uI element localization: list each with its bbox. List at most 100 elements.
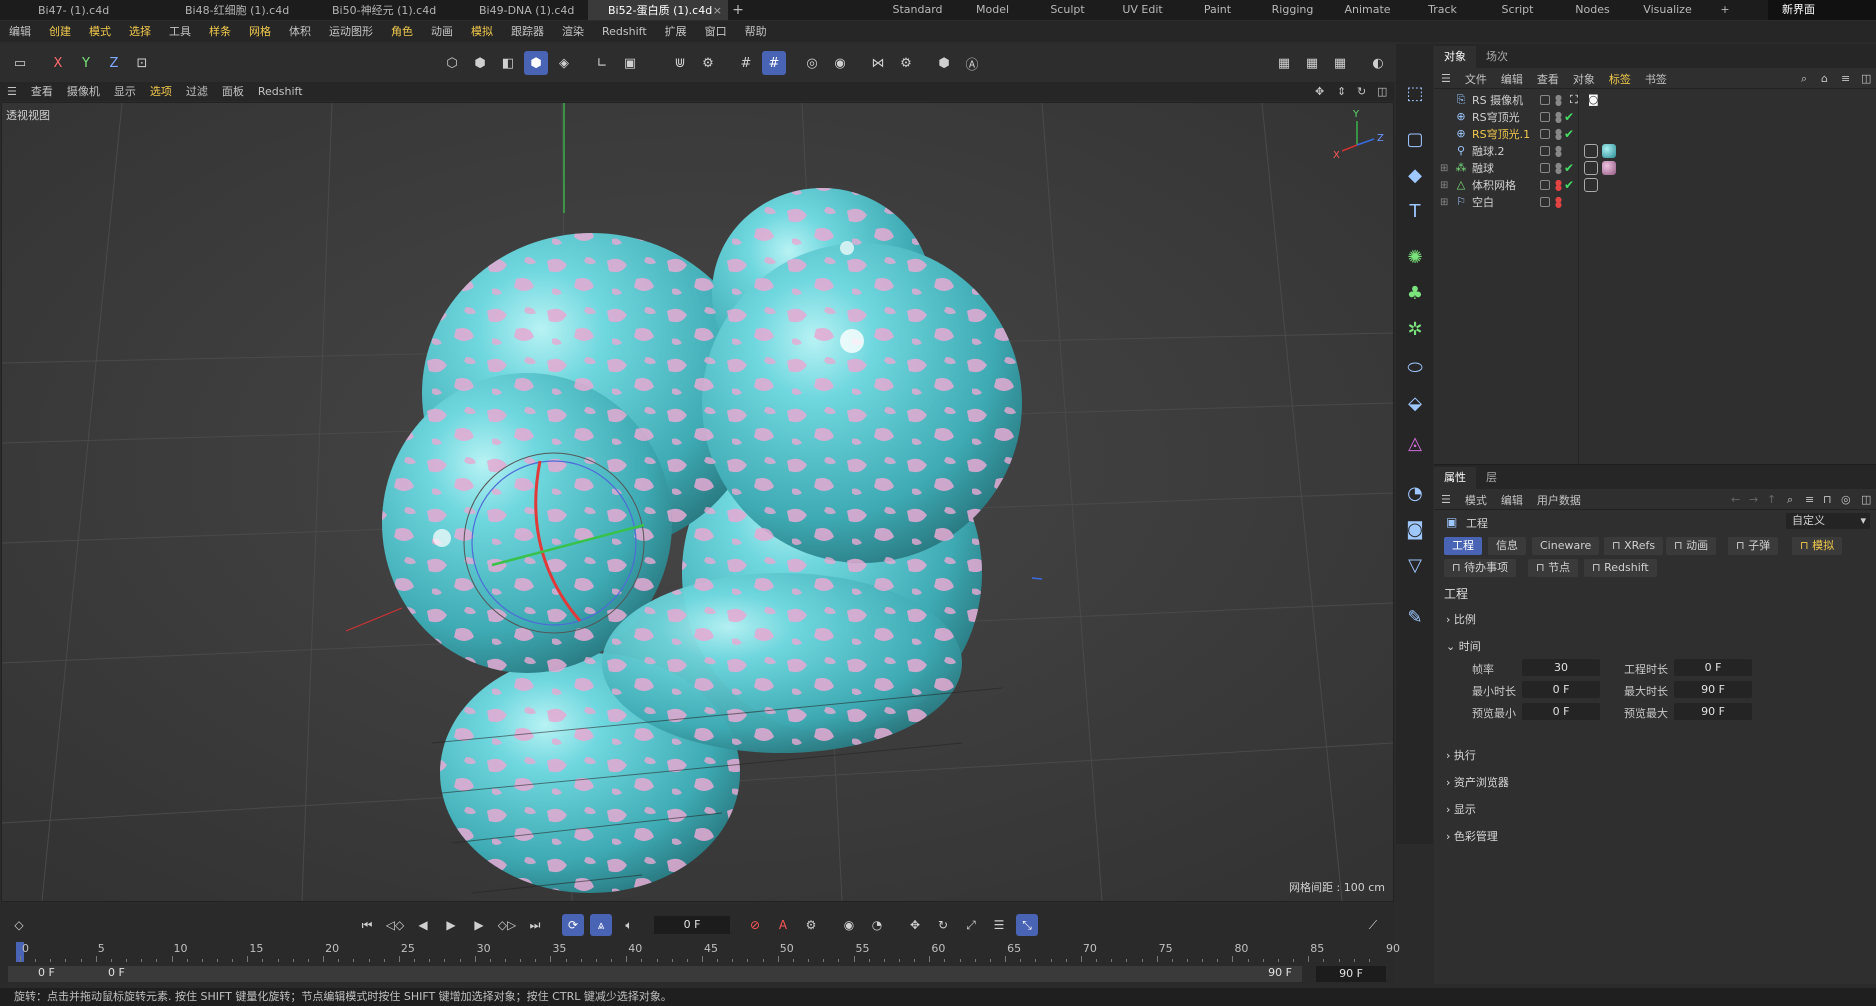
am-user-data[interactable]: 用户数据 <box>1530 492 1588 508</box>
redshift-render-icon[interactable]: Ⓐ <box>960 51 984 75</box>
layer-checkbox[interactable] <box>1540 180 1550 190</box>
vm-display[interactable]: 显示 <box>107 82 143 101</box>
texture-mode-icon[interactable]: ▣ <box>618 51 642 75</box>
cube-icon[interactable]: ◆ <box>1402 162 1428 188</box>
layout-uv-edit[interactable]: UV Edit <box>1105 0 1180 20</box>
tab-todo[interactable]: ⊓ 待办事项 <box>1444 559 1517 577</box>
model-mode-icon[interactable]: ⬢ <box>524 51 548 75</box>
vm-cameras[interactable]: 摄像机 <box>60 82 107 101</box>
enabled-check-icon[interactable]: ✔ <box>1564 161 1574 175</box>
expand-icon[interactable]: ⊞ <box>1440 180 1448 191</box>
menu-simulate[interactable]: 模拟 <box>462 21 502 42</box>
menu-redshift[interactable]: Redshift <box>593 21 656 42</box>
om-bookmarks[interactable]: 书签 <box>1638 71 1674 87</box>
layer-checkbox[interactable] <box>1540 146 1550 156</box>
vm-options[interactable]: 选项 <box>143 82 179 101</box>
new-window-icon[interactable]: ◫ <box>1854 493 1876 506</box>
record-icon[interactable]: ⊘ <box>744 914 766 936</box>
points-mode-icon[interactable]: ⬡ <box>440 51 464 75</box>
project-time-field[interactable]: 0 F <box>1674 659 1752 676</box>
am-edit[interactable]: 编辑 <box>1494 492 1530 508</box>
perspective-viewport[interactable]: Y Z X 透视视图 网格间距 : 100 cm <box>1 102 1394 902</box>
layer-checkbox[interactable] <box>1540 95 1550 105</box>
max-time-field[interactable]: 90 F <box>1674 681 1752 698</box>
menu-tracker[interactable]: 跟踪器 <box>502 21 553 42</box>
subdivision-icon[interactable]: ✺ <box>1402 244 1428 270</box>
axis-z-toggle[interactable]: Z <box>102 51 126 75</box>
key-interpolation-icon[interactable]: ◔ <box>866 914 888 936</box>
range-end-field[interactable]: 90 F <box>1316 966 1386 982</box>
snap-icon[interactable]: ⋓ <box>668 51 692 75</box>
visibility-dots[interactable]: ● ● <box>1555 196 1562 209</box>
min-time-field[interactable]: 0 F <box>1522 681 1600 698</box>
visibility-dots[interactable]: ● ● <box>1555 145 1562 158</box>
render-picture-viewer-icon[interactable]: ▦ <box>1300 51 1324 75</box>
material-tag-icon[interactable] <box>1602 161 1616 175</box>
tab-bullet[interactable]: ⊓ 子弹 <box>1728 537 1779 555</box>
doc-tab-0[interactable]: Bi47- (1).c4d <box>0 0 147 20</box>
vm-view[interactable]: 查看 <box>24 82 60 101</box>
next-frame-icon[interactable]: ▶ <box>468 914 490 936</box>
global-settings-icon[interactable]: ◐ <box>1366 51 1390 75</box>
menu-mode[interactable]: 模式 <box>80 21 120 42</box>
close-icon[interactable]: × <box>713 4 722 17</box>
coordinate-system-icon[interactable]: ⊡ <box>130 51 154 75</box>
menu-tools[interactable]: 工具 <box>160 21 200 42</box>
layout-rigging[interactable]: Rigging <box>1255 0 1330 20</box>
layer-checkbox[interactable] <box>1540 163 1550 173</box>
keyframe-selection-icon[interactable]: ◉ <box>838 914 860 936</box>
layout-nodes[interactable]: Nodes <box>1555 0 1630 20</box>
paint-brush-icon[interactable]: ✎ <box>1402 604 1428 630</box>
layer-checkbox[interactable] <box>1540 112 1550 122</box>
menu-create[interactable]: 创建 <box>40 21 80 42</box>
material-tag-icon[interactable] <box>1602 144 1616 158</box>
edges-mode-icon[interactable]: ⬢ <box>468 51 492 75</box>
layout-track[interactable]: Track <box>1405 0 1480 20</box>
playback-rate-icon[interactable]: ⩓ <box>590 914 612 936</box>
menu-render[interactable]: 渲染 <box>553 21 593 42</box>
workplane-icon[interactable]: # <box>762 51 786 75</box>
doc-tab-3[interactable]: Bi49-DNA (1).c4d <box>441 0 588 20</box>
om-file[interactable]: 文件 <box>1458 71 1494 87</box>
group-time[interactable]: ⌄ 时间 <box>1446 638 1481 654</box>
record-pla-icon[interactable]: ⤡ <box>1016 914 1038 936</box>
group-asset-browser[interactable]: › 资产浏览器 <box>1446 774 1509 790</box>
camera-tag-icon[interactable]: ◙ <box>1588 93 1602 107</box>
group-display[interactable]: › 显示 <box>1446 801 1476 817</box>
camera-view-icon[interactable]: ⬚ <box>1402 80 1428 106</box>
menu-extensions[interactable]: 扩展 <box>656 21 696 42</box>
preview-max-field[interactable]: 90 F <box>1674 703 1752 720</box>
cloner-icon[interactable]: ♣ <box>1402 280 1428 306</box>
record-rotation-icon[interactable]: ↻ <box>932 914 954 936</box>
environment-icon[interactable]: ◔ <box>1402 480 1428 506</box>
current-frame-field[interactable]: 0 F <box>654 916 730 934</box>
menu-window[interactable]: 窗口 <box>696 21 736 42</box>
go-to-end-icon[interactable]: ⏭ <box>524 914 546 936</box>
add-layout-icon[interactable]: + <box>1705 0 1745 20</box>
grid-icon[interactable]: # <box>734 51 758 75</box>
layout-visualize[interactable]: Visualize <box>1630 0 1705 20</box>
field-icon[interactable]: ⬭ <box>1402 354 1428 380</box>
polygons-mode-icon[interactable]: ◧ <box>496 51 520 75</box>
null-icon[interactable]: ⬙ <box>1402 390 1428 416</box>
undo-icon[interactable]: ▭ <box>8 51 32 75</box>
soft-selection-settings-icon[interactable]: ◉ <box>828 51 852 75</box>
symmetry-icon[interactable]: ⋈ <box>866 51 890 75</box>
text-icon[interactable]: T <box>1402 198 1428 224</box>
hamburger-icon[interactable]: ☰ <box>1434 72 1458 85</box>
new-window-icon[interactable]: ◫ <box>1854 72 1876 85</box>
layer-checkbox[interactable] <box>1540 197 1550 207</box>
layout-script[interactable]: Script <box>1480 0 1555 20</box>
enabled-check-icon[interactable]: ✔ <box>1564 178 1574 192</box>
vm-filter[interactable]: 过滤 <box>179 82 215 101</box>
soft-selection-icon[interactable]: ◎ <box>800 51 824 75</box>
record-position-icon[interactable]: ✥ <box>904 914 926 936</box>
f-curve-icon[interactable]: ⟋ <box>1362 914 1384 936</box>
menu-animation[interactable]: 动画 <box>422 21 462 42</box>
visibility-dots[interactable]: ● ● <box>1555 128 1562 141</box>
doc-tab-1[interactable]: Bi48-红细胞 (1).c4d <box>147 0 294 20</box>
phong-tag-icon[interactable] <box>1584 144 1598 158</box>
tab-takes[interactable]: 场次 <box>1476 46 1518 68</box>
fps-field[interactable]: 30 <box>1522 659 1600 676</box>
redshift-ipr-icon[interactable]: ⬢ <box>932 51 956 75</box>
